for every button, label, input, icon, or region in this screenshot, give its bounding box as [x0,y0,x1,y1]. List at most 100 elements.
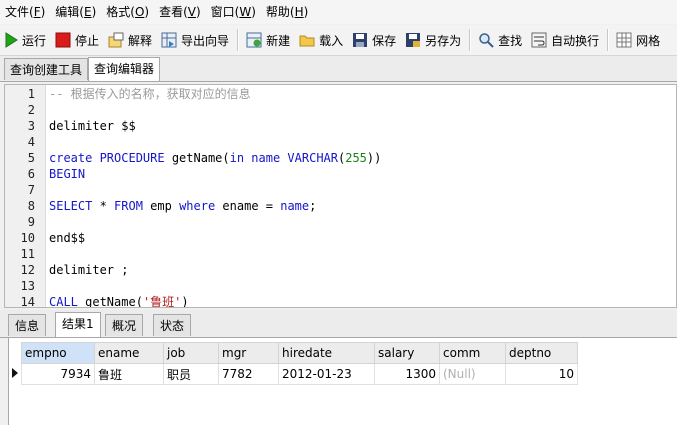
result-panel: empno ename job mgr hiredate salary comm… [8,338,677,425]
new-button[interactable]: 新建 [242,28,295,52]
code-text: getName( [164,151,230,165]
line-number: 13 [20,279,35,293]
explain-label: 解释 [128,33,153,48]
line-number: 3 [27,119,35,133]
code-string: '鲁班' [142,295,182,308]
column-header[interactable]: comm [439,342,506,364]
toolbar-separator [607,29,610,51]
tab-result1[interactable]: 结果1 [55,312,101,337]
explain-icon [108,32,124,48]
column-header[interactable]: ename [94,342,164,364]
code-keyword: where [179,199,216,213]
code-line: delimiter ; [49,263,129,277]
menu-file[interactable]: 文件(F) [0,1,50,23]
export-icon [161,32,177,48]
cell-empno[interactable]: 7934 [21,363,95,385]
line-number: 10 [20,231,35,245]
column-header[interactable]: hiredate [278,342,375,364]
tab-profile[interactable]: 概况 [105,314,144,336]
code-text: ename = [215,199,281,213]
column-header[interactable]: salary [374,342,440,364]
line-number: 5 [27,151,35,165]
load-label: 载入 [319,33,344,48]
tab-query-builder[interactable]: 查询创建工具 [4,58,89,80]
save-as-icon [406,33,421,47]
load-button[interactable]: 载入 [295,28,348,52]
play-icon [5,32,18,48]
line-number: 14 [20,295,35,308]
cell-comm[interactable]: (Null) [439,363,506,385]
table-row[interactable]: 7934 鲁班 职员 7782 2012-01-23 1300 (Null) 1… [21,363,578,385]
save-label: 保存 [372,33,397,48]
word-wrap-label: 自动换行 [551,33,600,48]
code-number: 255 [345,151,367,165]
code-text: getName( [77,295,143,308]
code-line: delimiter $$ [49,119,136,133]
column-header[interactable]: empno [21,342,95,364]
code-line: SELECT * FROM emp where ename = name; [49,198,316,214]
menu-window[interactable]: 窗口(W) [206,1,261,23]
word-wrap-icon [531,32,547,48]
code-keyword: CALL [49,295,78,308]
cell-salary[interactable]: 1300 [374,363,440,385]
tab-query-editor[interactable]: 查询编辑器 [88,57,161,81]
cell-mgr[interactable]: 7782 [218,363,279,385]
code-keyword: create PROCEDURE [49,151,165,165]
sql-editor[interactable]: 1 2 3 4 5 6 7 8 9 10 11 12 13 14 -- 根据传入… [4,84,677,308]
result-grid[interactable]: empno ename job mgr hiredate salary comm… [21,342,578,385]
toolbar-separator [237,29,240,51]
line-number: 1 [27,87,35,101]
tab-info[interactable]: 信息 [8,314,47,336]
code-keyword: name [280,199,310,213]
new-query-icon [246,32,262,48]
column-header[interactable]: job [163,342,219,364]
save-as-label: 另存为 [425,33,462,48]
stop-button[interactable]: 停止 [51,28,104,52]
grid-button[interactable]: 网格 [612,28,665,52]
grid-label: 网格 [636,33,661,48]
folder-icon [299,35,315,47]
export-wizard-button[interactable]: 导出向导 [157,28,234,52]
result-header-row: empno ename job mgr hiredate salary comm… [21,342,578,364]
cell-ename[interactable]: 鲁班 [94,363,164,385]
code-text: ; [309,199,317,213]
code-comment: -- 根据传入的名称，获取对应的信息 [49,87,251,101]
menu-format[interactable]: 格式(O) [101,1,154,23]
cell-deptno[interactable]: 10 [505,363,578,385]
cell-job[interactable]: 职员 [163,363,219,385]
tab-status[interactable]: 状态 [153,314,192,336]
query-tabs: 查询创建工具 查询编辑器 [0,56,677,82]
line-number: 9 [27,215,35,229]
word-wrap-button[interactable]: 自动换行 [527,28,604,52]
current-row-indicator-icon [12,368,18,378]
menu-help[interactable]: 帮助(H) [261,1,313,23]
line-number: 11 [20,247,35,261]
stop-icon [55,32,71,48]
toolbar: 运行 停止 解释 导出向导 新建 载入 保存 另存为 查找 自动换行 网格 [0,25,677,56]
code-text: * [92,199,115,213]
column-header[interactable]: deptno [505,342,578,364]
code-keyword: in name VARCHAR [229,151,338,165]
menu-view[interactable]: 查看(V) [154,1,206,23]
run-button[interactable]: 运行 [0,28,51,52]
menu-edit[interactable]: 编辑(E) [50,1,101,23]
find-label: 查找 [498,33,523,48]
line-number: 7 [27,183,35,197]
grid-icon [616,32,632,48]
code-text: ) [181,295,189,308]
code-keyword: FROM [114,199,143,213]
stop-label: 停止 [75,33,100,48]
explain-button[interactable]: 解释 [104,28,157,52]
code-keyword: SELECT [49,199,93,213]
save-button[interactable]: 保存 [348,28,401,52]
cell-hiredate[interactable]: 2012-01-23 [278,363,375,385]
search-icon [479,33,494,48]
line-number-gutter: 1 2 3 4 5 6 7 8 9 10 11 12 13 14 [5,85,46,307]
code-text: )) [366,151,382,165]
find-button[interactable]: 查找 [474,28,527,52]
line-number: 4 [27,135,35,149]
result-tabs: 信息 结果1 概况 状态 [0,310,677,338]
save-as-button[interactable]: 另存为 [401,28,466,52]
code-keyword: BEGIN [49,167,86,181]
column-header[interactable]: mgr [218,342,279,364]
